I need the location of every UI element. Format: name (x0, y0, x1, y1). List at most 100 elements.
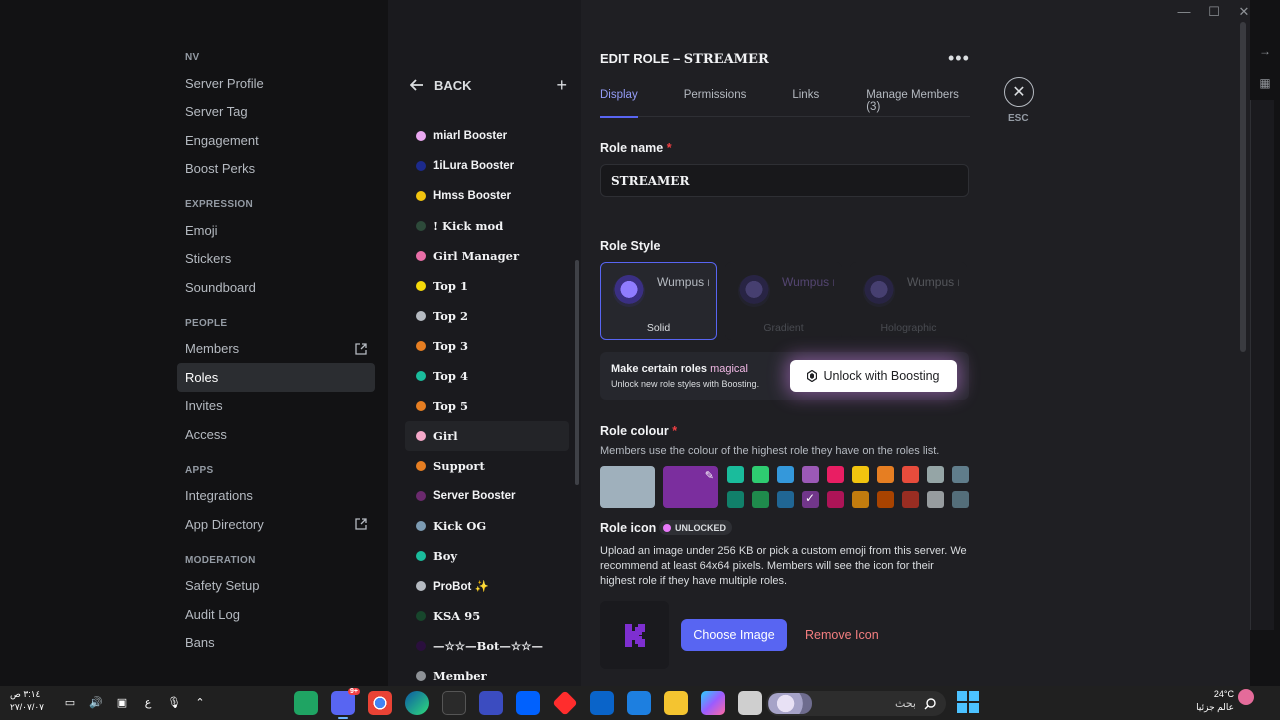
profile-avatar[interactable] (1238, 689, 1254, 705)
grid-icon[interactable]: ▦ (1257, 76, 1273, 92)
sidebar-item-invites[interactable]: Invites (177, 392, 375, 421)
default-colour-swatch[interactable] (600, 466, 655, 508)
role-list-item[interactable]: Girl Manager (405, 241, 569, 271)
colour-swatch[interactable]: ✓ (802, 491, 819, 508)
colour-swatch[interactable] (902, 466, 919, 483)
colour-swatch[interactable] (902, 491, 919, 508)
file-explorer-app-icon[interactable] (664, 691, 688, 715)
role-list-item[interactable]: 1iLura Booster (405, 151, 569, 181)
role-list-item[interactable]: Kick OG (405, 511, 569, 541)
remove-icon-button[interactable]: Remove Icon (805, 619, 879, 651)
colour-swatch[interactable] (877, 466, 894, 483)
outlook-app-icon[interactable] (590, 691, 614, 715)
style-option-solid[interactable]: Wumpus rocks a Solid (600, 262, 717, 340)
colour-swatch[interactable] (727, 491, 744, 508)
colour-swatch[interactable] (927, 491, 944, 508)
more-options-icon[interactable]: ••• (948, 49, 970, 67)
unlock-with-boosting-button[interactable]: Unlock with Boosting (790, 360, 957, 392)
colour-swatch[interactable] (827, 466, 844, 483)
sidebar-item-bans[interactable]: Bans (177, 629, 375, 658)
colour-swatch[interactable] (777, 466, 794, 483)
colour-swatch[interactable] (952, 466, 969, 483)
colour-swatch[interactable] (927, 466, 944, 483)
minimize-icon[interactable]: — (1176, 4, 1192, 20)
role-list-item[interactable]: Top 2 (405, 301, 569, 331)
role-name-input[interactable]: STREAMER (600, 164, 969, 197)
role-list-item[interactable]: Top 4 (405, 361, 569, 391)
store-app-icon[interactable] (627, 691, 651, 715)
colour-swatch[interactable] (952, 491, 969, 508)
role-list-item[interactable]: Hmss Booster (405, 181, 569, 211)
colour-swatch[interactable] (852, 491, 869, 508)
maximize-icon[interactable]: ☐ (1206, 4, 1222, 20)
role-list-item[interactable]: Top 3 (405, 331, 569, 361)
role-list-item[interactable]: miarl Booster (405, 121, 569, 151)
tab-display[interactable]: Display (600, 89, 638, 118)
epic-games-app-icon[interactable] (442, 691, 466, 715)
colour-swatch[interactable] (727, 466, 744, 483)
role-list-item[interactable]: —☆☆—Bot—☆☆— (405, 631, 569, 661)
sidebar-item-emoji[interactable]: Emoji (177, 216, 375, 245)
role-list-item[interactable]: Girl (405, 421, 569, 451)
close-settings-button[interactable]: ✕ (1004, 77, 1034, 107)
sidebar-item-server-profile[interactable]: Server Profile (177, 69, 375, 98)
whatsapp-app-icon[interactable] (294, 691, 318, 715)
sidebar-item-engagement[interactable]: Engagement (177, 126, 375, 155)
sidebar-item-members[interactable]: Members (177, 335, 375, 364)
microphone-icon[interactable]: 🎙 (166, 695, 182, 711)
colour-swatch[interactable] (802, 466, 819, 483)
back-button[interactable]: BACK (410, 78, 472, 93)
edge-app-icon[interactable] (405, 691, 429, 715)
role-list-item[interactable]: Support (405, 451, 569, 481)
sidebar-item-soundboard[interactable]: Soundboard (177, 273, 375, 302)
role-list-item[interactable]: Server Booster (405, 481, 569, 511)
sidebar-item-safety-setup[interactable]: Safety Setup (177, 572, 375, 601)
network-icon[interactable]: ▣ (114, 695, 130, 711)
role-list-item[interactable]: ! Kick mod (405, 211, 569, 241)
sidebar-item-roles[interactable]: Roles (177, 363, 375, 392)
forward-arrow-icon[interactable]: → (1257, 44, 1273, 60)
sidebar-item-app-directory[interactable]: App Directory (177, 510, 375, 539)
battery-icon[interactable]: ▭ (62, 695, 78, 711)
app-icon[interactable] (738, 691, 762, 715)
colour-swatch[interactable] (877, 491, 894, 508)
role-list-item[interactable]: Boy (405, 541, 569, 571)
style-option-gradient[interactable]: Wumpus rocks a Gradient (725, 262, 842, 340)
chevron-up-icon[interactable]: ⌃ (192, 695, 208, 711)
chrome-app-icon[interactable] (368, 691, 392, 715)
copilot-app-icon[interactable] (701, 691, 725, 715)
add-role-button[interactable]: + (556, 76, 567, 94)
tab-links[interactable]: Links (792, 89, 819, 117)
role-list-item[interactable]: Top 1 (405, 271, 569, 301)
style-option-holographic[interactable]: Wumpus rocks a Holographic (850, 262, 967, 340)
tab-manage-members[interactable]: Manage Members (3) (866, 89, 970, 117)
sidebar-item-boost-perks[interactable]: Boost Perks (177, 155, 375, 184)
app-icon[interactable] (479, 691, 503, 715)
choose-image-button[interactable]: Choose Image (681, 619, 787, 651)
tab-permissions[interactable]: Permissions (684, 89, 747, 117)
colour-swatch[interactable] (752, 466, 769, 483)
volume-icon[interactable]: 🔊 (88, 695, 104, 711)
colour-swatch[interactable] (777, 491, 794, 508)
role-list-item[interactable]: Top 5 (405, 391, 569, 421)
main-scrollbar[interactable] (1240, 22, 1246, 352)
dropbox-app-icon[interactable] (516, 691, 540, 715)
close-window-icon[interactable]: ✕ (1236, 4, 1252, 20)
custom-colour-swatch[interactable]: ✎ (663, 466, 718, 508)
sidebar-item-stickers[interactable]: Stickers (177, 245, 375, 274)
roles-scrollbar[interactable] (575, 260, 579, 485)
taskbar-clock[interactable]: ٣:١٤ ص ٢٧/٠٧/٠٧ (10, 688, 44, 714)
discord-app-icon[interactable]: 9+ (331, 688, 360, 719)
colour-swatch[interactable] (827, 491, 844, 508)
role-list-item[interactable]: ProBot ✨ (405, 571, 569, 601)
start-button[interactable] (957, 691, 979, 713)
app-icon[interactable] (552, 690, 578, 716)
colour-swatch[interactable] (852, 466, 869, 483)
sidebar-item-server-tag[interactable]: Server Tag (177, 98, 375, 127)
sidebar-item-integrations[interactable]: Integrations (177, 482, 375, 511)
sidebar-item-access[interactable]: Access (177, 420, 375, 449)
colour-swatch[interactable] (752, 491, 769, 508)
role-list-item[interactable]: KSA 95 (405, 601, 569, 631)
sidebar-item-audit-log[interactable]: Audit Log (177, 600, 375, 629)
weather-widget[interactable]: 24°C عالم جزئيا (1194, 688, 1234, 714)
